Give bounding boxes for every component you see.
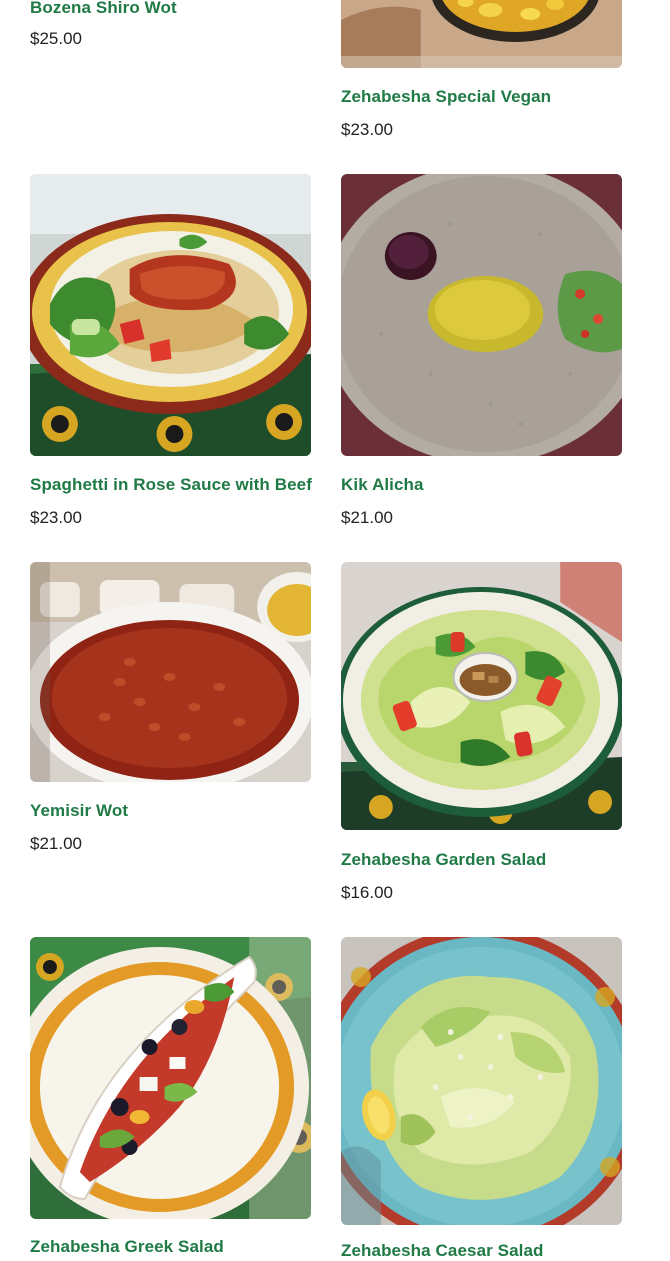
menu-item-name[interactable]: Yemisir Wot — [30, 801, 128, 821]
menu-item-name[interactable]: Spaghetti in Rose Sauce with Beef — [30, 475, 312, 495]
kik-alicha-photo[interactable] — [341, 174, 622, 456]
menu-item-zehabesha-garden-salad[interactable]: Zehabesha Garden Salad $16.00 — [341, 562, 623, 912]
menu-item-spaghetti-rose-sauce-beef[interactable]: Spaghetti in Rose Sauce with Beef $23.00 — [30, 174, 312, 534]
menu-item-price: $21.00 — [30, 834, 82, 853]
menu-item-price: $23.00 — [30, 508, 82, 527]
menu-item-zehabesha-caesar-salad[interactable]: Zehabesha Caesar Salad — [341, 937, 623, 1260]
menu-item-price: $21.00 — [341, 508, 393, 527]
menu-item-name[interactable]: Zehabesha Greek Salad — [30, 1237, 224, 1257]
menu-item-name[interactable]: Zehabesha Caesar Salad — [341, 1241, 544, 1261]
zehabesha-garden-salad-photo[interactable] — [341, 562, 622, 830]
menu-item-name[interactable]: Zehabesha Special Vegan — [341, 87, 551, 107]
menu-item-name[interactable]: Kik Alicha — [341, 475, 424, 495]
menu-item-price: $23.00 — [341, 120, 393, 139]
menu-item-zehabesha-special-vegan[interactable]: Zehabesha Special Vegan $23.00 — [341, 0, 623, 145]
menu-item-yemisir-wot[interactable]: Yemisir Wot $21.00 — [30, 562, 312, 862]
zehabesha-greek-salad-photo[interactable] — [30, 937, 311, 1219]
menu-item-bozena-shiro-wot[interactable]: Bozena Shiro Wot $25.00 — [30, 0, 312, 55]
menu-item-name[interactable]: Bozena Shiro Wot — [30, 0, 177, 18]
yemisir-wot-photo[interactable] — [30, 562, 311, 782]
spaghetti-rose-sauce-beef-photo[interactable] — [30, 174, 311, 456]
menu-item-price: $25.00 — [30, 29, 82, 48]
menu-item-price: $16.00 — [341, 883, 393, 902]
menu-item-zehabesha-greek-salad[interactable]: Zehabesha Greek Salad — [30, 937, 312, 1256]
zehabesha-special-vegan-photo[interactable] — [341, 0, 622, 68]
zehabesha-caesar-salad-photo[interactable] — [341, 937, 622, 1225]
menu-item-name[interactable]: Zehabesha Garden Salad — [341, 850, 546, 870]
menu-item-kik-alicha[interactable]: Kik Alicha $21.00 — [341, 174, 623, 534]
